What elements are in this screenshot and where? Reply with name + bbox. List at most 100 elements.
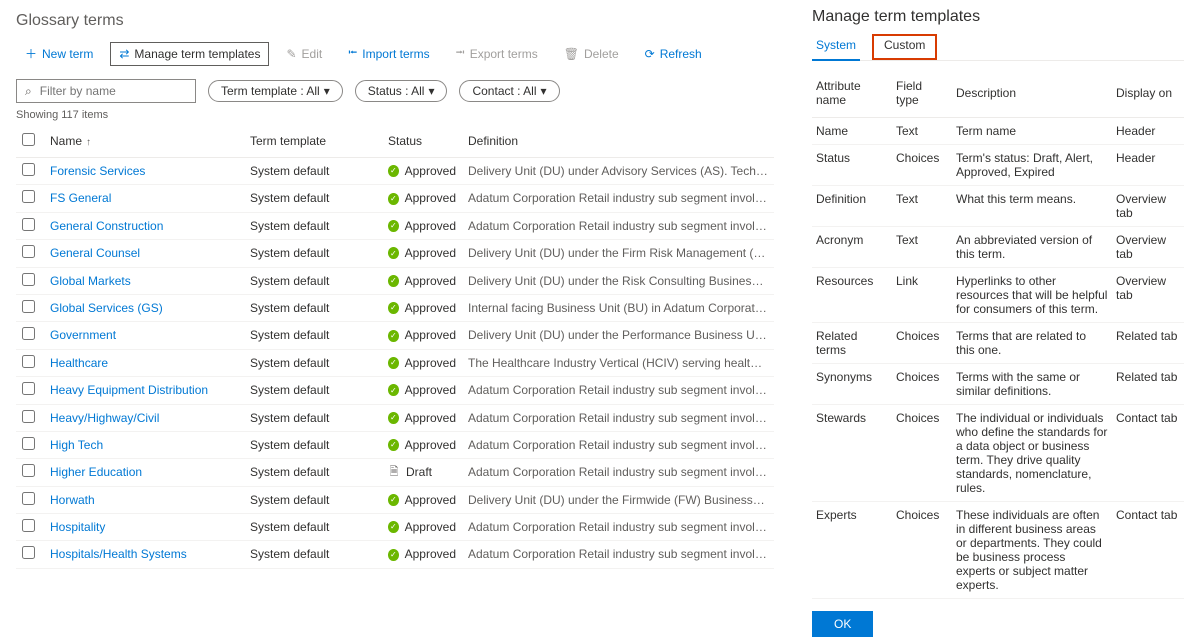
row-checkbox[interactable] bbox=[22, 218, 35, 231]
row-checkbox[interactable] bbox=[22, 464, 35, 477]
tab-system[interactable]: System bbox=[812, 34, 860, 60]
term-definition bbox=[462, 568, 774, 573]
term-status: 🗎Draft bbox=[388, 465, 456, 479]
row-checkbox[interactable] bbox=[22, 492, 35, 505]
attr-name: Acronym bbox=[812, 227, 892, 268]
tab-custom[interactable]: Custom bbox=[872, 34, 937, 60]
import-button[interactable]: ⭰Import terms bbox=[339, 38, 438, 69]
term-name-link[interactable]: Heavy/Highway/Civil bbox=[44, 404, 244, 431]
filter-contact[interactable]: Contact : All▾ bbox=[459, 80, 559, 102]
row-checkbox[interactable] bbox=[22, 190, 35, 203]
filter-name[interactable]: ⌕ bbox=[16, 79, 196, 103]
table-row[interactable]: Heavy/Highway/CivilSystem default✓Approv… bbox=[16, 404, 774, 431]
term-name-link[interactable]: Higher Education bbox=[44, 459, 244, 486]
table-row[interactable]: Forensic ServicesSystem default✓Approved… bbox=[16, 158, 774, 185]
term-template: System default bbox=[244, 267, 382, 294]
approved-icon: ✓ bbox=[388, 521, 399, 533]
row-checkbox[interactable] bbox=[22, 519, 35, 532]
col-definition[interactable]: Definition bbox=[462, 125, 774, 158]
refresh-button[interactable]: ⟳Refresh bbox=[636, 42, 711, 66]
table-row[interactable]: Global MarketsSystem default✓ApprovedDel… bbox=[16, 267, 774, 294]
term-definition: Adatum Corporation Retail industry sub s… bbox=[462, 404, 774, 431]
term-name-link[interactable]: Forensic Services bbox=[44, 158, 244, 185]
table-row[interactable]: Heavy Equipment DistributionSystem defau… bbox=[16, 377, 774, 404]
term-status: ✓Approved bbox=[388, 301, 456, 315]
term-name-link[interactable]: General Construction bbox=[44, 212, 244, 239]
term-definition: Adatum Corporation Retail industry sub s… bbox=[462, 185, 774, 212]
term-name-link[interactable]: FS General bbox=[44, 185, 244, 212]
row-checkbox[interactable] bbox=[22, 163, 35, 176]
term-name-link[interactable]: HR_CostCenter bbox=[44, 568, 244, 573]
term-template: System default bbox=[244, 404, 382, 431]
table-row[interactable]: General CounselSystem default✓ApprovedDe… bbox=[16, 240, 774, 267]
table-row[interactable]: HorwathSystem default✓ApprovedDelivery U… bbox=[16, 486, 774, 513]
attr-display: Related tab bbox=[1112, 323, 1184, 364]
approved-icon: ✓ bbox=[388, 439, 399, 451]
term-status: ✓Approved bbox=[388, 274, 456, 288]
attr-row: StewardsChoicesThe individual or individ… bbox=[812, 405, 1184, 502]
manage-templates-panel: Manage term templates System Custom Attr… bbox=[812, 4, 1184, 565]
term-name-link[interactable]: Hospitals/Health Systems bbox=[44, 541, 244, 568]
term-name-link[interactable]: Global Markets bbox=[44, 267, 244, 294]
row-checkbox[interactable] bbox=[22, 327, 35, 340]
term-status: ✓Approved bbox=[388, 191, 456, 205]
table-row[interactable]: HospitalitySystem default✓ApprovedAdatum… bbox=[16, 514, 774, 541]
approved-icon: ✓ bbox=[388, 549, 399, 561]
row-checkbox[interactable] bbox=[22, 410, 35, 423]
select-all-checkbox[interactable] bbox=[22, 133, 35, 146]
term-definition: The Healthcare Industry Vertical (HCIV) … bbox=[462, 349, 774, 376]
term-name-link[interactable]: Horwath bbox=[44, 486, 244, 513]
filter-input[interactable] bbox=[38, 83, 187, 99]
table-row[interactable]: HealthcareSystem default✓ApprovedThe Hea… bbox=[16, 349, 774, 376]
term-name-link[interactable]: Hospitality bbox=[44, 514, 244, 541]
approved-icon: ✓ bbox=[388, 494, 399, 506]
table-row[interactable]: GovernmentSystem default✓ApprovedDeliver… bbox=[16, 322, 774, 349]
term-template: System default bbox=[244, 431, 382, 458]
term-status: ✓Approved bbox=[388, 383, 456, 397]
table-row[interactable]: HR_CostCenterSystem default🗎Draft bbox=[16, 568, 774, 573]
ok-button[interactable]: OK bbox=[812, 611, 873, 637]
row-checkbox[interactable] bbox=[22, 273, 35, 286]
refresh-label: Refresh bbox=[660, 47, 702, 61]
table-row[interactable]: General ConstructionSystem default✓Appro… bbox=[16, 212, 774, 239]
row-checkbox[interactable] bbox=[22, 437, 35, 450]
col-status[interactable]: Status bbox=[382, 125, 462, 158]
new-term-button[interactable]: ＋New term bbox=[16, 40, 102, 67]
term-name-link[interactable]: High Tech bbox=[44, 431, 244, 458]
attr-row: Related termsChoicesTerms that are relat… bbox=[812, 323, 1184, 364]
table-row[interactable]: Higher EducationSystem default🗎DraftAdat… bbox=[16, 459, 774, 486]
approved-icon: ✓ bbox=[388, 330, 399, 342]
manage-templates-button[interactable]: ⇄Manage term templates bbox=[110, 42, 269, 66]
approved-icon: ✓ bbox=[388, 275, 399, 287]
term-template: System default bbox=[244, 568, 382, 573]
table-row[interactable]: High TechSystem default✓ApprovedAdatum C… bbox=[16, 431, 774, 458]
attributes-table: Attribute name Field type Description Di… bbox=[812, 73, 1184, 599]
attr-display: Related tab bbox=[1112, 364, 1184, 405]
plus-icon: ＋ bbox=[25, 45, 37, 62]
filter-template[interactable]: Term template : All▾ bbox=[208, 80, 343, 102]
attr-type: Choices bbox=[892, 364, 952, 405]
row-checkbox[interactable] bbox=[22, 300, 35, 313]
row-checkbox[interactable] bbox=[22, 245, 35, 258]
attr-display: Overview tab bbox=[1112, 268, 1184, 323]
col-desc: Description bbox=[952, 73, 1112, 118]
table-row[interactable]: Hospitals/Health SystemsSystem default✓A… bbox=[16, 541, 774, 568]
term-status: ✓Approved bbox=[388, 493, 456, 507]
table-row[interactable]: Global Services (GS)System default✓Appro… bbox=[16, 294, 774, 321]
row-checkbox[interactable] bbox=[22, 546, 35, 559]
col-template[interactable]: Term template bbox=[244, 125, 382, 158]
row-checkbox[interactable] bbox=[22, 355, 35, 368]
table-row[interactable]: FS GeneralSystem default✓ApprovedAdatum … bbox=[16, 185, 774, 212]
approved-icon: ✓ bbox=[388, 193, 399, 205]
term-name-link[interactable]: Government bbox=[44, 322, 244, 349]
col-name[interactable]: Name↑ bbox=[44, 125, 244, 158]
term-name-link[interactable]: Healthcare bbox=[44, 349, 244, 376]
term-definition: Delivery Unit (DU) under the Firm Risk M… bbox=[462, 240, 774, 267]
term-name-link[interactable]: Global Services (GS) bbox=[44, 294, 244, 321]
term-name-link[interactable]: General Counsel bbox=[44, 240, 244, 267]
row-checkbox[interactable] bbox=[22, 382, 35, 395]
attr-display: Overview tab bbox=[1112, 227, 1184, 268]
term-definition: Adatum Corporation Retail industry sub s… bbox=[462, 459, 774, 486]
filter-status[interactable]: Status : All▾ bbox=[355, 80, 448, 102]
term-name-link[interactable]: Heavy Equipment Distribution bbox=[44, 377, 244, 404]
